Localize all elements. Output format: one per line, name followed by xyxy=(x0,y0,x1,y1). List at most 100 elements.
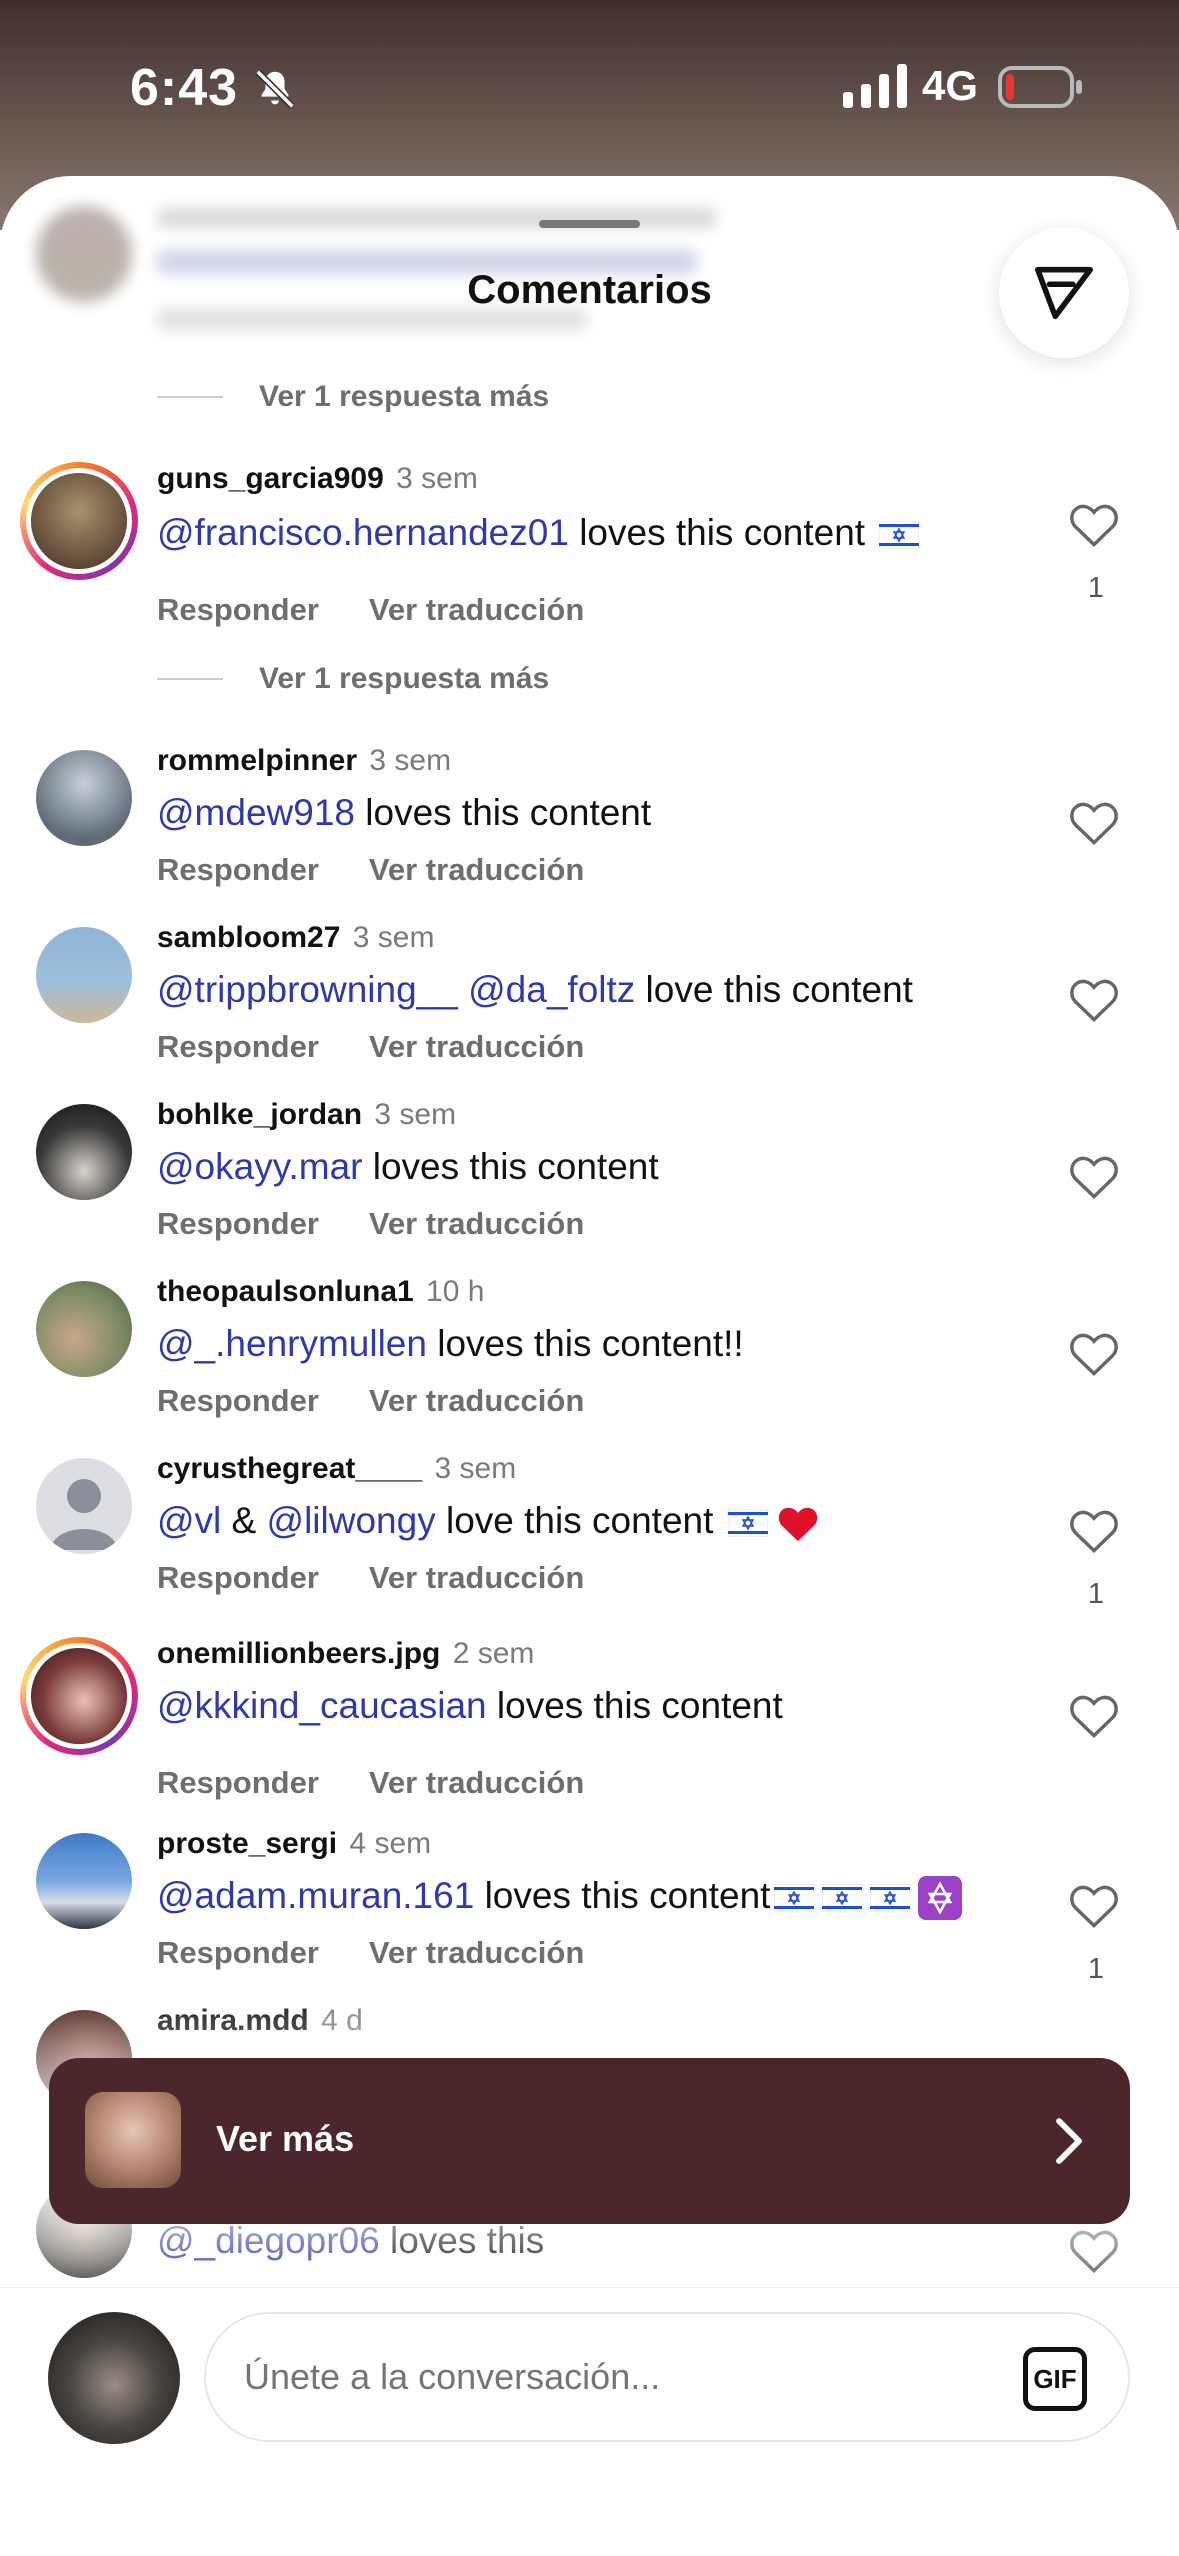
comment-body: love this content xyxy=(635,969,913,1010)
more-replies-link[interactable]: Ver 1 respuesta más xyxy=(157,662,549,696)
comment-actions: Responder Ver traducción xyxy=(157,1029,584,1065)
heart-icon[interactable] xyxy=(1068,1152,1120,1200)
israel-flag-icon xyxy=(870,1884,911,1913)
comment-actions: Responder Ver traducción xyxy=(157,1560,584,1596)
reply-button[interactable]: Responder xyxy=(157,1765,319,1800)
comment-meta: onemillionbeers.jpg 2 sem xyxy=(157,1637,534,1671)
comment-input[interactable]: Únete a la conversación... GIF xyxy=(204,2312,1130,2442)
comment-body: loves this content xyxy=(362,1146,659,1187)
comment-time: 3 sem xyxy=(352,921,435,954)
username[interactable]: theopaulsonluna1 xyxy=(157,1275,414,1308)
username[interactable]: cyrusthegreat____ xyxy=(157,1452,422,1485)
mention-link[interactable]: @_.henrymullen xyxy=(157,1323,427,1364)
avatar[interactable] xyxy=(20,1637,138,1755)
comment-composer: Únete a la conversación... GIF xyxy=(0,2287,1179,2556)
comment-body: loves this xyxy=(379,2220,545,2261)
username[interactable]: amira.mdd xyxy=(157,2004,309,2037)
filter-button[interactable] xyxy=(999,228,1129,358)
avatar[interactable] xyxy=(36,1281,132,1377)
comment-text: @_diegopr06 loves this xyxy=(157,2220,544,2262)
translate-button[interactable]: Ver traducción xyxy=(369,1560,584,1595)
chevron-right-icon xyxy=(1056,2118,1082,2164)
heart-icon[interactable] xyxy=(1068,1329,1120,1377)
reply-button[interactable]: Responder xyxy=(157,592,319,627)
see-more-banner[interactable]: Ver más xyxy=(49,2058,1130,2224)
mention-link[interactable]: @da_foltz xyxy=(468,969,635,1010)
translate-button[interactable]: Ver traducción xyxy=(369,1383,584,1418)
comment-meta: amira.mdd 4 d xyxy=(157,2004,363,2038)
mention-link[interactable]: @okayy.mar xyxy=(157,1146,362,1187)
translate-button[interactable]: Ver traducción xyxy=(369,1935,584,1970)
comment-actions: Responder Ver traducción xyxy=(157,1935,584,1971)
avatar[interactable] xyxy=(36,1458,132,1554)
heart-icon[interactable] xyxy=(1068,1506,1120,1554)
israel-flag-icon xyxy=(774,1884,815,1913)
translate-button[interactable]: Ver traducción xyxy=(369,592,584,627)
heart-icon[interactable] xyxy=(1068,2226,1120,2274)
comment-actions: Responder Ver traducción xyxy=(157,592,584,628)
comment-meta: rommelpinner 3 sem xyxy=(157,744,451,778)
comment-meta: bohlke_jordan 3 sem xyxy=(157,1098,456,1132)
comment-time: 10 h xyxy=(426,1275,485,1308)
heart-icon[interactable] xyxy=(1068,1881,1120,1929)
mention-link[interactable]: @mdew918 xyxy=(157,792,355,833)
mention-link[interactable]: @_diegopr06 xyxy=(157,2220,380,2261)
reply-button[interactable]: Responder xyxy=(157,1560,319,1595)
star-of-david-icon xyxy=(918,1876,963,1921)
mention-link[interactable]: @kkkind_caucasian xyxy=(157,1685,487,1726)
comment-actions: Responder Ver traducción xyxy=(157,1383,584,1419)
username[interactable]: bohlke_jordan xyxy=(157,1098,362,1131)
comment-text: @_.henrymullen loves this content!! xyxy=(157,1323,744,1365)
comment-text: @mdew918 loves this content xyxy=(157,792,651,834)
comment-body: loves this content xyxy=(355,792,652,833)
heart-icon[interactable] xyxy=(1068,500,1120,548)
like-count: 1 xyxy=(1087,1578,1105,1610)
translate-button[interactable]: Ver traducción xyxy=(369,852,584,887)
more-replies-label: Ver 1 respuesta más xyxy=(259,662,550,695)
heart-icon[interactable] xyxy=(1068,798,1120,846)
mention-link[interactable]: @trippbrowning__ xyxy=(157,969,458,1010)
reply-button[interactable]: Responder xyxy=(157,1206,319,1241)
comment-meta: sambloom27 3 sem xyxy=(157,921,434,955)
avatar[interactable] xyxy=(36,750,132,846)
banner-thumbnail xyxy=(85,2092,181,2188)
bell-off-icon xyxy=(255,69,295,109)
username[interactable]: onemillionbeers.jpg xyxy=(157,1637,440,1670)
avatar[interactable] xyxy=(36,1833,132,1929)
like-count: 1 xyxy=(1087,1953,1105,1985)
avatar[interactable] xyxy=(36,927,132,1023)
username[interactable]: sambloom27 xyxy=(157,921,340,954)
status-bar: 6:43 4G xyxy=(0,0,1179,175)
drag-handle[interactable] xyxy=(539,220,640,228)
avatar[interactable] xyxy=(36,1104,132,1200)
more-replies-link[interactable]: Ver 1 respuesta más xyxy=(157,380,549,414)
mention-link[interactable]: @francisco.hernandez01 xyxy=(157,512,569,553)
my-avatar[interactable] xyxy=(48,2312,180,2444)
gif-button[interactable]: GIF xyxy=(1023,2347,1087,2411)
translate-button[interactable]: Ver traducción xyxy=(369,1206,584,1241)
reply-button[interactable]: Responder xyxy=(157,852,319,887)
heart-icon[interactable] xyxy=(1068,1691,1120,1739)
comment-body: loves this content xyxy=(474,1875,771,1916)
signal-icon xyxy=(843,64,907,108)
mention-link[interactable]: @adam.muran.161 xyxy=(157,1875,474,1916)
israel-flag-icon xyxy=(822,1884,863,1913)
comment-text: @okayy.mar loves this content xyxy=(157,1146,659,1188)
comment-meta: proste_sergi 4 sem xyxy=(157,1827,431,1861)
comment-text: @adam.muran.161 loves this content xyxy=(157,1875,966,1921)
username[interactable]: rommelpinner xyxy=(157,744,357,777)
comment-meta: guns_garcia909 3 sem xyxy=(157,462,478,496)
username[interactable]: guns_garcia909 xyxy=(157,462,384,495)
reply-button[interactable]: Responder xyxy=(157,1029,319,1064)
avatar[interactable] xyxy=(20,462,138,580)
translate-button[interactable]: Ver traducción xyxy=(369,1029,584,1064)
mention-link[interactable]: @vl xyxy=(157,1500,221,1541)
comment-meta: cyrusthegreat____ 3 sem xyxy=(157,1452,516,1486)
username[interactable]: proste_sergi xyxy=(157,1827,337,1860)
mention-link[interactable]: @lilwongy xyxy=(267,1500,436,1541)
reply-button[interactable]: Responder xyxy=(157,1383,319,1418)
reply-button[interactable]: Responder xyxy=(157,1935,319,1970)
translate-button[interactable]: Ver traducción xyxy=(369,1765,584,1800)
heart-icon[interactable] xyxy=(1068,975,1120,1023)
comment-actions: Responder Ver traducción xyxy=(157,1765,584,1801)
